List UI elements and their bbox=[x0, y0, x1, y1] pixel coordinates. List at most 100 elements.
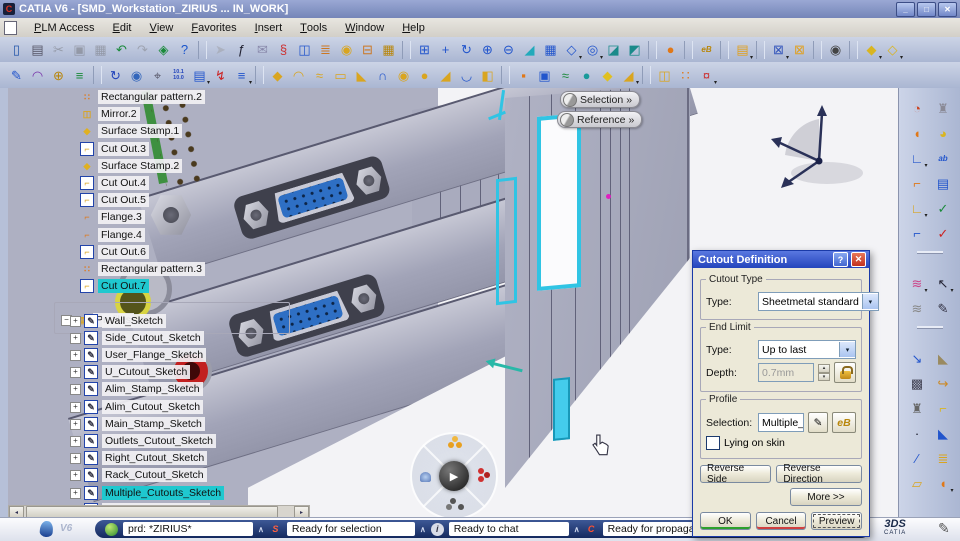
unbend-icon[interactable]: ⌐ bbox=[907, 223, 928, 243]
lock-gold-icon[interactable]: ⊠ bbox=[789, 40, 810, 60]
stiffening-rib-icon[interactable]: ◢ bbox=[435, 65, 456, 85]
collapse-caret[interactable]: ∧ bbox=[420, 525, 426, 534]
expand-box[interactable]: + bbox=[70, 367, 81, 378]
tree-item-user-flange-sketch[interactable]: +✎User_Flange_Sketch bbox=[52, 347, 206, 363]
compass-play-button[interactable]: ▶ bbox=[439, 461, 469, 491]
plane-tool-icon[interactable]: ▱ bbox=[907, 473, 928, 493]
bend-flat-icon[interactable]: ∟▾ bbox=[907, 198, 928, 218]
collapse-caret[interactable]: ∧ bbox=[258, 525, 264, 534]
tree-item-cut-out-4[interactable]: ⌐Cut Out.4 bbox=[52, 175, 149, 191]
tree-item-u-cutout-sketch[interactable]: +✎U_Cutout_Sketch bbox=[52, 364, 190, 380]
export-view-icon[interactable]: ↘ bbox=[907, 348, 928, 368]
recognize-icon[interactable]: ≋▾ bbox=[907, 273, 928, 293]
chevron-down-icon[interactable]: ▾ bbox=[862, 294, 878, 309]
paste-icon[interactable]: ▦ bbox=[90, 40, 111, 60]
menu-item-edit[interactable]: Edit bbox=[104, 18, 141, 37]
scroll-left-button[interactable]: ◂ bbox=[9, 506, 24, 517]
title-bar[interactable]: C CATIA V6 - [SMD_Workstation_ZIRIUS ...… bbox=[0, 0, 960, 18]
chat-swoosh-icon[interactable]: C bbox=[585, 523, 598, 536]
lock-icon[interactable]: ◉ bbox=[336, 40, 357, 60]
curve-stamp-icon[interactable]: ≈ bbox=[309, 65, 330, 85]
interrupt-icon[interactable]: ↯ bbox=[210, 65, 231, 85]
louver-icon[interactable]: ◣ bbox=[351, 65, 372, 85]
dialog-help-button[interactable]: ? bbox=[833, 252, 848, 267]
menu-item-insert[interactable]: Insert bbox=[246, 18, 292, 37]
reverse-direction-button[interactable]: Reverse Direction bbox=[776, 465, 862, 483]
depth-input[interactable]: 0.7mm bbox=[758, 363, 814, 382]
dowel-icon[interactable]: ◡ bbox=[456, 65, 477, 85]
expand-box[interactable]: + bbox=[70, 384, 81, 395]
end-limit-select[interactable]: Up to last ▾ bbox=[758, 340, 856, 359]
spin-up-icon[interactable]: ▴ bbox=[818, 364, 830, 373]
iso-view-icon[interactable]: ◇▾ bbox=[561, 40, 582, 60]
preview-button[interactable]: Preview bbox=[811, 512, 862, 530]
circular-stamp-icon[interactable]: ● bbox=[414, 65, 435, 85]
globe-icon[interactable] bbox=[105, 523, 118, 536]
menu-item-help[interactable]: Help bbox=[393, 18, 434, 37]
fold-unfold-icon[interactable]: ◆▾ bbox=[861, 40, 882, 60]
expand-box[interactable]: + bbox=[70, 453, 81, 464]
flange-blue-icon[interactable]: ◣ bbox=[933, 423, 954, 443]
tree-item-right-cutout-sketch[interactable]: +✎Right_Cutout_Sketch bbox=[52, 450, 207, 466]
rotate-icon[interactable]: ↻ bbox=[456, 40, 477, 60]
tree-item-surface-stamp-1[interactable]: ◆Surface Stamp.1 bbox=[52, 123, 182, 139]
select-arrow-icon[interactable]: ➤ bbox=[210, 40, 231, 60]
analysis-dove-2-icon[interactable]: ✓ bbox=[933, 223, 954, 243]
swoosh-icon[interactable]: S bbox=[269, 523, 282, 536]
ball-corner-icon[interactable]: ◕ bbox=[933, 123, 954, 143]
bend-params-icon[interactable]: ↪ bbox=[933, 373, 954, 393]
expand-box[interactable]: + bbox=[70, 316, 81, 327]
view-mode-shaded-icon[interactable]: ◪ bbox=[603, 40, 624, 60]
ready-chat-field[interactable]: Ready to chat bbox=[449, 522, 569, 536]
depth-lock-button[interactable] bbox=[834, 362, 856, 383]
eb-catalog-button[interactable]: eB bbox=[832, 412, 856, 433]
tree-item-cut-out-3[interactable]: ⌐Cut Out.3 bbox=[52, 141, 149, 157]
expand-box[interactable]: + bbox=[70, 333, 81, 344]
ok-button[interactable]: OK bbox=[700, 512, 751, 530]
stack-mode-icon[interactable]: ▤▾ bbox=[189, 65, 210, 85]
measure-icon[interactable]: ⌖ bbox=[147, 65, 168, 85]
sketch-analysis-icon[interactable]: ⊕ bbox=[48, 65, 69, 85]
hem-tool-icon[interactable]: ◖▾ bbox=[933, 473, 954, 493]
prd-field[interactable]: prd: *ZIRIUS* bbox=[123, 522, 253, 536]
axis-pattern-icon[interactable]: ¤▾ bbox=[696, 65, 717, 85]
compass-structure-icon[interactable] bbox=[478, 468, 484, 474]
named-views-icon[interactable]: ◎▾ bbox=[582, 40, 603, 60]
pattern-window-icon[interactable]: ▣ bbox=[534, 65, 555, 85]
expand-box[interactable]: + bbox=[70, 350, 81, 361]
dialog-close-button[interactable]: ✕ bbox=[851, 252, 866, 267]
tree-item-multiple-cutouts-sketch[interactable]: +✎Multiple_Cutouts_Sketch bbox=[52, 485, 224, 501]
info-icon[interactable]: i bbox=[431, 523, 444, 536]
fit-all-icon[interactable]: ⊞ bbox=[414, 40, 435, 60]
zoom-in-icon[interactable]: ⊕ bbox=[477, 40, 498, 60]
selection-pill[interactable]: Selection » bbox=[560, 91, 640, 108]
recognize-fold-icon[interactable]: ≈ bbox=[555, 65, 576, 85]
cutout-profile-highlight[interactable] bbox=[537, 113, 581, 291]
horizontal-scrollbar[interactable]: ◂ ▸ bbox=[8, 505, 310, 517]
tree-item-main-stamp-sketch[interactable]: +✎Main_Stamp_Sketch bbox=[52, 416, 205, 432]
scroll-right-button[interactable]: ▸ bbox=[294, 506, 309, 517]
copy-icon[interactable]: ▣ bbox=[69, 40, 90, 60]
bead-icon[interactable]: ◠ bbox=[288, 65, 309, 85]
cutout-type-select[interactable]: Sheetmetal standard ▾ bbox=[758, 292, 879, 311]
expand-box[interactable]: + bbox=[70, 419, 81, 430]
tree-item-rack-cutout-sketch[interactable]: +✎Rack_Cutout_Sketch bbox=[52, 467, 207, 483]
tree-item-mirror-2[interactable]: ◫Mirror.2 bbox=[52, 106, 140, 122]
wedge-feature-icon[interactable]: ◢▾ bbox=[618, 65, 639, 85]
update-icon[interactable]: ↻ bbox=[105, 65, 126, 85]
window-editor-icon[interactable]: ◫ bbox=[294, 40, 315, 60]
undo-icon[interactable]: ↶ bbox=[111, 40, 132, 60]
sketch-tracer-icon[interactable]: ✎ bbox=[933, 298, 954, 318]
ball-feature-icon[interactable]: ● bbox=[576, 65, 597, 85]
sketcher-icon[interactable]: ✎ bbox=[6, 65, 27, 85]
surface-icon[interactable]: ◠ bbox=[27, 65, 48, 85]
expand-box[interactable]: + bbox=[70, 402, 81, 413]
bridge-icon[interactable]: ∩ bbox=[372, 65, 393, 85]
more-button[interactable]: More >> bbox=[790, 488, 862, 506]
menu-item-window[interactable]: Window bbox=[336, 18, 393, 37]
swept-flange-icon[interactable]: ≣ bbox=[933, 448, 954, 468]
spec-note-icon[interactable]: ▤ bbox=[933, 173, 954, 193]
tree-item-rectangular-pattern-3[interactable]: ∷Rectangular pattern.3 bbox=[52, 261, 205, 277]
eb-catalog-icon[interactable]: eB bbox=[696, 40, 717, 60]
sheet-layers-icon[interactable]: ≡ bbox=[69, 65, 90, 85]
